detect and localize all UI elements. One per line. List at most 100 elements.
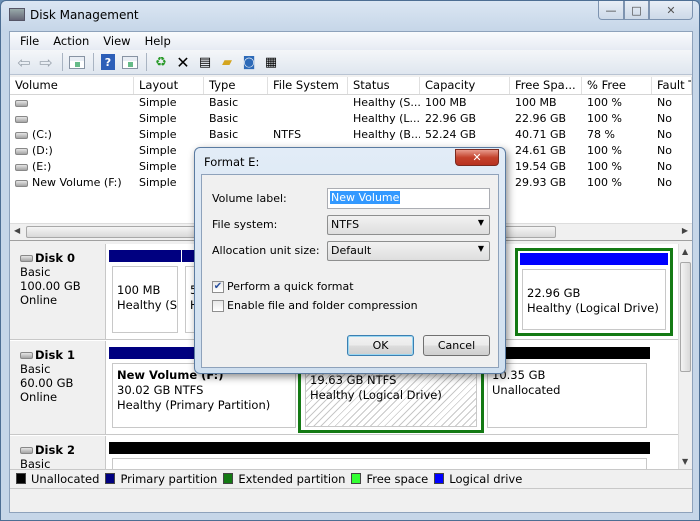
column-capacity[interactable]: Capacity bbox=[420, 77, 510, 94]
explore-icon[interactable]: ◙ bbox=[239, 52, 259, 72]
volume-icon bbox=[15, 99, 28, 107]
show-hide-console-tree-icon[interactable] bbox=[67, 52, 87, 72]
ok-button[interactable]: OK bbox=[347, 335, 414, 356]
partition[interactable]: 100 MB Healthy (Sys bbox=[109, 250, 181, 336]
column-percent-free[interactable]: % Free bbox=[582, 77, 652, 94]
menu-file[interactable]: File bbox=[14, 34, 47, 48]
minimize-button[interactable]: — bbox=[598, 1, 624, 20]
properties-icon[interactable]: ▤ bbox=[195, 52, 215, 72]
quick-format-option[interactable]: ✔ Perform a quick format bbox=[212, 280, 354, 293]
cell-status: Healthy (S... bbox=[353, 96, 420, 109]
volume-label-label: Volume label: bbox=[212, 192, 287, 205]
disk-type: Basic bbox=[20, 265, 51, 279]
compression-label: Enable file and folder compression bbox=[227, 299, 418, 312]
forward-icon[interactable]: ⇨ bbox=[36, 52, 56, 72]
column-volume[interactable]: Volume bbox=[10, 77, 134, 94]
cancel-button[interactable]: Cancel bbox=[423, 335, 490, 356]
open-icon[interactable]: ▰ bbox=[217, 52, 237, 72]
volume-icon bbox=[15, 115, 28, 123]
delete-icon[interactable]: ✕ bbox=[173, 52, 193, 72]
help-icon[interactable]: ? bbox=[98, 52, 118, 72]
cell-fault: No bbox=[657, 128, 672, 141]
partition-size: 30.02 GB NTFS bbox=[117, 383, 204, 397]
volume-name: (C:) bbox=[32, 128, 52, 141]
volume-row[interactable]: Simple Basic Healthy (S... 100 MB 100 MB 100 … bbox=[10, 95, 692, 111]
close-button[interactable]: ✕ bbox=[649, 1, 693, 20]
cell-status: Healthy (L... bbox=[353, 112, 420, 125]
disk-icon bbox=[20, 254, 33, 262]
column-fault-tolerance[interactable]: Fault T bbox=[652, 77, 692, 94]
cell-volume: (C:) bbox=[10, 127, 134, 143]
status-bar bbox=[10, 488, 692, 512]
menu-action[interactable]: Action bbox=[47, 34, 97, 48]
column-status[interactable]: Status bbox=[348, 77, 420, 94]
extended-partition[interactable]: 22.96 GB Healthy (Logical Drive) bbox=[515, 248, 673, 336]
cell-type: Basic bbox=[209, 96, 239, 109]
disk-info[interactable]: Disk 0 Basic 100.00 GB Online bbox=[10, 244, 106, 339]
volume-row[interactable]: Simple Basic Healthy (L... 22.96 GB 22.96 GB… bbox=[10, 111, 692, 127]
column-layout[interactable]: Layout bbox=[134, 77, 204, 94]
volume-label-input[interactable]: New Volume bbox=[327, 188, 490, 209]
partition-status: Healthy (Sys bbox=[117, 298, 178, 312]
legend-item: Extended partition bbox=[223, 472, 345, 486]
scroll-up-icon[interactable]: ▲ bbox=[682, 247, 688, 256]
column-file-system[interactable]: File System bbox=[268, 77, 348, 94]
legend-label: Logical drive bbox=[449, 471, 523, 486]
cell-free: 22.96 GB bbox=[515, 112, 567, 125]
dialog-close-button[interactable]: ✕ bbox=[455, 149, 499, 166]
partition-bar bbox=[109, 250, 181, 262]
menu-view[interactable]: View bbox=[97, 34, 138, 48]
allocation-unit-label: Allocation unit size: bbox=[212, 244, 320, 257]
unallocated-partition[interactable] bbox=[109, 442, 650, 469]
cell-fs: NTFS bbox=[273, 128, 302, 141]
legend-label: Primary partition bbox=[120, 471, 218, 486]
column-free-space[interactable]: Free Spa... bbox=[510, 77, 582, 94]
cell-layout: Simple bbox=[139, 112, 177, 125]
partition-size: 19.63 GB NTFS bbox=[310, 373, 397, 387]
title-bar[interactable]: Disk Management — □ ✕ bbox=[1, 1, 699, 29]
allocation-unit-select[interactable]: Default ▼ bbox=[327, 241, 490, 261]
partition-status: Healthy (Logical Drive) bbox=[527, 301, 659, 315]
cell-capacity: 100 MB bbox=[425, 96, 467, 109]
legend: Unallocated Primary partition Extended p… bbox=[10, 469, 692, 487]
disk-info[interactable]: Disk 1 Basic 60.00 GB Online bbox=[10, 341, 106, 434]
cell-pct: 78 % bbox=[587, 128, 615, 141]
scroll-down-icon[interactable]: ▼ bbox=[682, 457, 688, 466]
maximize-button[interactable]: □ bbox=[624, 1, 649, 20]
legend-swatch-primary bbox=[105, 473, 116, 484]
vertical-scroll-thumb[interactable] bbox=[680, 262, 691, 372]
scroll-right-icon[interactable]: ▶ bbox=[682, 226, 688, 235]
cell-layout: Simple bbox=[139, 128, 177, 141]
volume-name: New Volume (F:) bbox=[32, 176, 122, 189]
partition-body bbox=[112, 458, 647, 469]
volume-name: (D:) bbox=[32, 144, 53, 157]
disk-name-row: Disk 1 bbox=[20, 348, 105, 362]
cell-pct: 100 % bbox=[587, 176, 622, 189]
volume-row[interactable]: (C:) Simple Basic NTFS Healthy (B... 52.24 GB… bbox=[10, 127, 692, 143]
legend-item: Logical drive bbox=[434, 472, 522, 486]
menu-help[interactable]: Help bbox=[139, 34, 179, 48]
scroll-left-icon[interactable]: ◀ bbox=[14, 226, 20, 235]
quick-format-checkbox[interactable]: ✔ bbox=[212, 280, 224, 293]
settings-icon[interactable]: ▦ bbox=[261, 52, 281, 72]
cell-pct: 100 % bbox=[587, 144, 622, 157]
compression-option[interactable]: Enable file and folder compression bbox=[212, 299, 418, 312]
volume-name: (E:) bbox=[32, 160, 52, 173]
disk-info[interactable]: Disk 2 Basic bbox=[10, 436, 106, 469]
compression-checkbox[interactable] bbox=[212, 299, 224, 312]
back-icon[interactable]: ⇦ bbox=[14, 52, 34, 72]
vertical-scrollbar[interactable]: ▲ ▼ bbox=[678, 244, 692, 469]
legend-swatch-free-space bbox=[351, 473, 362, 484]
column-type[interactable]: Type bbox=[204, 77, 268, 94]
disk-state: Online bbox=[20, 390, 58, 404]
file-system-select[interactable]: NTFS ▼ bbox=[327, 215, 490, 235]
disk-type: Basic bbox=[20, 362, 51, 376]
cell-fault: No bbox=[657, 176, 672, 189]
partition-status: Unallocated bbox=[492, 383, 561, 397]
show-action-pane-icon[interactable] bbox=[120, 52, 140, 72]
dialog-body: Volume label: New Volume File system: NT… bbox=[201, 174, 499, 368]
cell-volume: New Volume (F:) bbox=[10, 175, 134, 191]
cell-pct: 100 % bbox=[587, 160, 622, 173]
refresh-icon[interactable]: ♻ bbox=[151, 52, 171, 72]
unallocated-partition[interactable]: 10.35 GB Unallocated bbox=[484, 347, 650, 431]
